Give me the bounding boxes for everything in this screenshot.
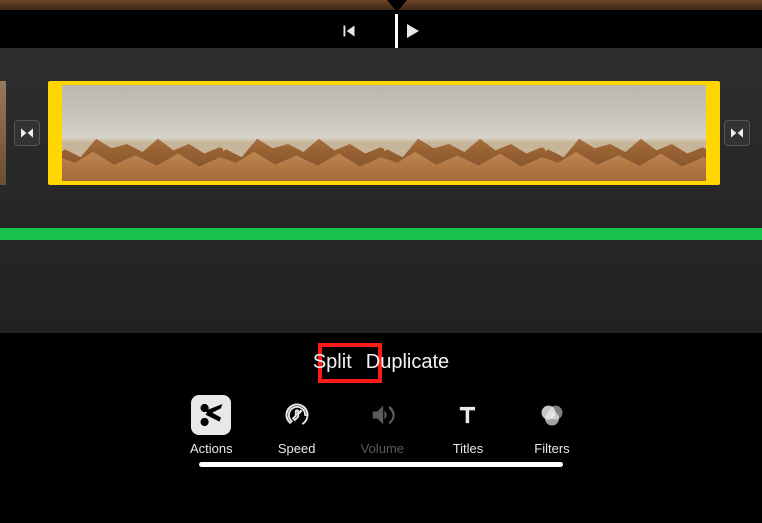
play-button[interactable]: [400, 19, 424, 48]
bottom-panel: Split Duplicate Actions Speed Volu: [0, 335, 762, 523]
speedometer-icon: [283, 401, 311, 429]
text-icon: [454, 401, 482, 429]
clip-trim-handle-right[interactable]: [706, 85, 716, 181]
timeline-scrub-bar[interactable]: [199, 462, 563, 467]
toolbar-item-volume: Volume: [361, 395, 404, 456]
timeline[interactable]: [0, 48, 762, 333]
clip-context-actions: Split Duplicate: [0, 351, 762, 374]
toolbar-item-speed[interactable]: Speed: [277, 395, 317, 456]
clip-thumbnail: [384, 85, 545, 181]
play-icon: [400, 19, 424, 43]
previous-clip-edge[interactable]: [0, 81, 6, 185]
audio-track[interactable]: [0, 228, 762, 240]
imovie-editor-root: Split Duplicate Actions Speed Volu: [0, 0, 762, 523]
transition-icon: [729, 125, 745, 141]
toolbar-item-actions[interactable]: Actions: [190, 395, 233, 456]
transition-icon: [19, 125, 35, 141]
scissors-icon: [197, 401, 225, 429]
volume-icon: [368, 401, 396, 429]
skip-back-icon: [338, 20, 360, 42]
transition-marker-right[interactable]: [724, 120, 750, 146]
toolbar-label: Actions: [190, 441, 233, 456]
preview-strip-bottom-edge: [0, 0, 762, 10]
clip-thumbnail: [62, 85, 223, 181]
duplicate-action[interactable]: Duplicate: [366, 351, 449, 374]
toolbar-label: Filters: [534, 441, 569, 456]
transition-marker-left[interactable]: [14, 120, 40, 146]
filters-icon: [538, 401, 566, 429]
clip-thumbnails: [62, 85, 706, 181]
toolbar-item-titles[interactable]: Titles: [448, 395, 488, 456]
selected-video-clip[interactable]: [48, 81, 720, 185]
clip-thumbnail: [223, 85, 384, 181]
playback-controls: [0, 18, 762, 48]
toolbar-item-filters[interactable]: Filters: [532, 395, 572, 456]
skip-back-button[interactable]: [338, 20, 360, 47]
clip-trim-handle-left[interactable]: [52, 85, 62, 181]
toolbar-label: Titles: [453, 441, 484, 456]
split-action[interactable]: Split: [313, 351, 352, 374]
toolbar-label: Speed: [278, 441, 316, 456]
toolbar-label: Volume: [361, 441, 404, 456]
editor-toolbar: Actions Speed Volume Titles: [0, 395, 762, 456]
clip-thumbnail: [545, 85, 706, 181]
